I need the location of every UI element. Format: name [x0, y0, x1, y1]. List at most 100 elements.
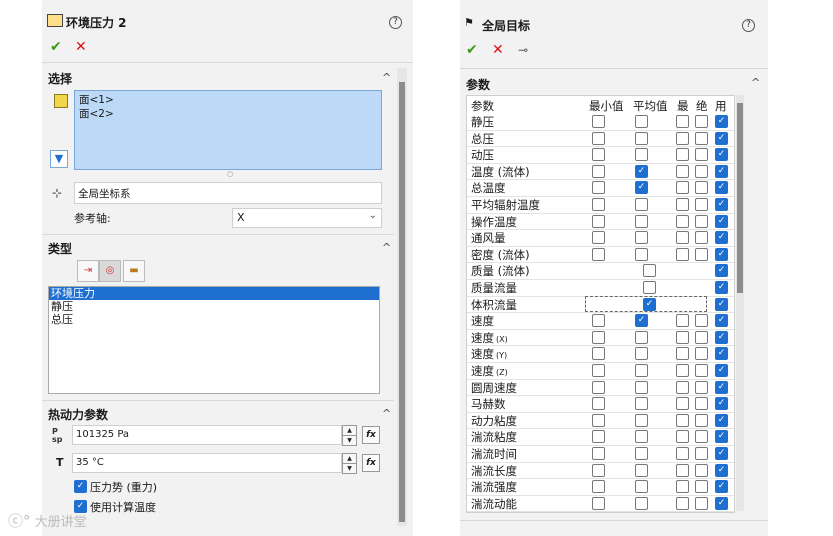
- min-checkbox[interactable]: [592, 480, 605, 494]
- parameter-row[interactable]: 速度 ✓ ✓: [467, 312, 734, 330]
- max-checkbox[interactable]: [676, 447, 689, 460]
- face-selection-list[interactable]: 面<1> 面<2>: [74, 90, 382, 170]
- ref-axis-dropdown[interactable]: X ⌄: [232, 208, 382, 228]
- parameter-row[interactable]: 静压 ✓: [467, 113, 734, 131]
- section-params-header[interactable]: 参数: [466, 76, 490, 93]
- avg-checkbox[interactable]: [635, 380, 648, 394]
- bulk-checkbox[interactable]: [695, 480, 708, 494]
- parameter-row[interactable]: 操作温度 ✓: [467, 213, 734, 231]
- parameter-row[interactable]: 通风量 ✓: [467, 229, 734, 247]
- collapse-icon[interactable]: ^: [382, 71, 391, 84]
- avg-checkbox[interactable]: [635, 198, 648, 211]
- min-checkbox[interactable]: [592, 380, 605, 394]
- parameter-row[interactable]: 质量 (流体) ✓: [467, 262, 734, 280]
- parameter-table[interactable]: 参数 最小值 平均值 最 绝 用 静压 ✓ 总压 ✓ 动压 ✓ 温度 (流体) ✓ ✓ 总温度 ✓ ✓…: [466, 95, 735, 513]
- avg-checkbox[interactable]: [635, 496, 648, 510]
- min-checkbox[interactable]: [592, 413, 605, 427]
- min-checkbox[interactable]: [592, 247, 605, 261]
- value-checkbox[interactable]: [643, 264, 656, 278]
- avg-checkbox[interactable]: [635, 364, 648, 377]
- pressure-type-button[interactable]: ◎: [99, 260, 121, 282]
- col-header-min[interactable]: 最小值: [589, 98, 624, 114]
- avg-checkbox[interactable]: [635, 347, 648, 361]
- face-item[interactable]: 面<2>: [79, 107, 377, 121]
- min-checkbox[interactable]: [592, 314, 605, 328]
- use-checkbox[interactable]: ✓: [715, 364, 728, 377]
- collapse-icon[interactable]: ^: [382, 241, 391, 254]
- min-checkbox[interactable]: [592, 364, 605, 377]
- parameter-row[interactable]: 圆周速度 ✓: [467, 379, 734, 397]
- avg-checkbox[interactable]: [635, 148, 648, 162]
- max-checkbox[interactable]: [676, 314, 689, 328]
- bulk-checkbox[interactable]: [695, 115, 708, 128]
- bulk-checkbox[interactable]: [695, 131, 708, 145]
- parameter-row[interactable]: 湍流动能 ✓: [467, 495, 734, 512]
- avg-checkbox[interactable]: [635, 330, 648, 344]
- section-thermo-header[interactable]: 热动力参数: [48, 406, 108, 423]
- coordinate-system-field[interactable]: 全局坐标系: [74, 182, 382, 204]
- use-checkbox[interactable]: ✓: [715, 397, 728, 411]
- section-type-header[interactable]: 类型: [48, 240, 72, 257]
- fx-button[interactable]: fx: [362, 454, 380, 472]
- max-checkbox[interactable]: [676, 148, 689, 162]
- use-checkbox[interactable]: ✓: [715, 314, 728, 328]
- parameter-row[interactable]: 湍流强度 ✓: [467, 478, 734, 496]
- type-item-selected[interactable]: 环境压力: [49, 287, 379, 300]
- scrollbar-thumb[interactable]: [399, 82, 405, 522]
- avg-checkbox[interactable]: ✓: [635, 164, 648, 178]
- parameter-row[interactable]: 速度 (X) ✓: [467, 329, 734, 347]
- collapse-icon[interactable]: ^: [751, 76, 760, 89]
- min-checkbox[interactable]: [592, 397, 605, 411]
- avg-checkbox[interactable]: [635, 247, 648, 261]
- parameter-row[interactable]: 动压 ✓: [467, 146, 734, 164]
- bulk-checkbox[interactable]: [695, 380, 708, 394]
- use-checkbox[interactable]: ✓: [715, 115, 728, 128]
- parameter-row[interactable]: 总压 ✓: [467, 130, 734, 148]
- max-checkbox[interactable]: [676, 347, 689, 361]
- temperature-input[interactable]: 35 °C: [72, 453, 342, 473]
- avg-checkbox[interactable]: [635, 214, 648, 228]
- bulk-checkbox[interactable]: [695, 330, 708, 344]
- face-item[interactable]: 面<1>: [79, 93, 377, 107]
- min-checkbox[interactable]: [592, 115, 605, 128]
- avg-checkbox[interactable]: [635, 397, 648, 411]
- use-checkbox[interactable]: ✓: [715, 447, 728, 460]
- max-checkbox[interactable]: [676, 480, 689, 494]
- avg-checkbox[interactable]: [635, 413, 648, 427]
- parameter-row[interactable]: 密度 (流体) ✓: [467, 246, 734, 264]
- spin-down-button[interactable]: ▼: [342, 463, 357, 474]
- bulk-checkbox[interactable]: [695, 164, 708, 178]
- max-checkbox[interactable]: [676, 198, 689, 211]
- min-checkbox[interactable]: [592, 463, 605, 477]
- cancel-button[interactable]: ✕: [75, 39, 87, 55]
- use-checkbox[interactable]: ✓: [715, 181, 728, 195]
- parameter-row[interactable]: 湍流长度 ✓: [467, 462, 734, 480]
- min-checkbox[interactable]: [592, 231, 605, 245]
- max-checkbox[interactable]: [676, 115, 689, 128]
- avg-checkbox[interactable]: ✓: [635, 314, 648, 328]
- max-checkbox[interactable]: [676, 496, 689, 510]
- min-checkbox[interactable]: [592, 164, 605, 178]
- max-checkbox[interactable]: [676, 231, 689, 245]
- vertical-scrollbar[interactable]: [736, 95, 744, 511]
- bulk-checkbox[interactable]: [695, 397, 708, 411]
- use-checkbox[interactable]: ✓: [715, 496, 728, 510]
- parameter-row[interactable]: 速度 (Y) ✓: [467, 345, 734, 363]
- help-icon[interactable]: ?: [389, 16, 402, 29]
- gravity-checkbox[interactable]: ✓: [74, 480, 87, 493]
- parameter-row[interactable]: 速度 (Z) ✓: [467, 362, 734, 380]
- type-item[interactable]: 静压: [49, 300, 379, 313]
- help-icon[interactable]: ?: [742, 19, 755, 32]
- use-checkbox[interactable]: ✓: [715, 231, 728, 245]
- bulk-checkbox[interactable]: [695, 430, 708, 444]
- parameter-row[interactable]: 体积流量 ✓ ✓: [467, 295, 734, 314]
- avg-checkbox[interactable]: [635, 131, 648, 145]
- wall-type-button[interactable]: ▬: [123, 260, 145, 282]
- min-checkbox[interactable]: [592, 148, 605, 162]
- min-checkbox[interactable]: [592, 198, 605, 211]
- bulk-checkbox[interactable]: [695, 314, 708, 328]
- type-item[interactable]: 总压: [49, 313, 379, 326]
- use-checkbox[interactable]: ✓: [715, 430, 728, 444]
- max-checkbox[interactable]: [676, 164, 689, 178]
- max-checkbox[interactable]: [676, 463, 689, 477]
